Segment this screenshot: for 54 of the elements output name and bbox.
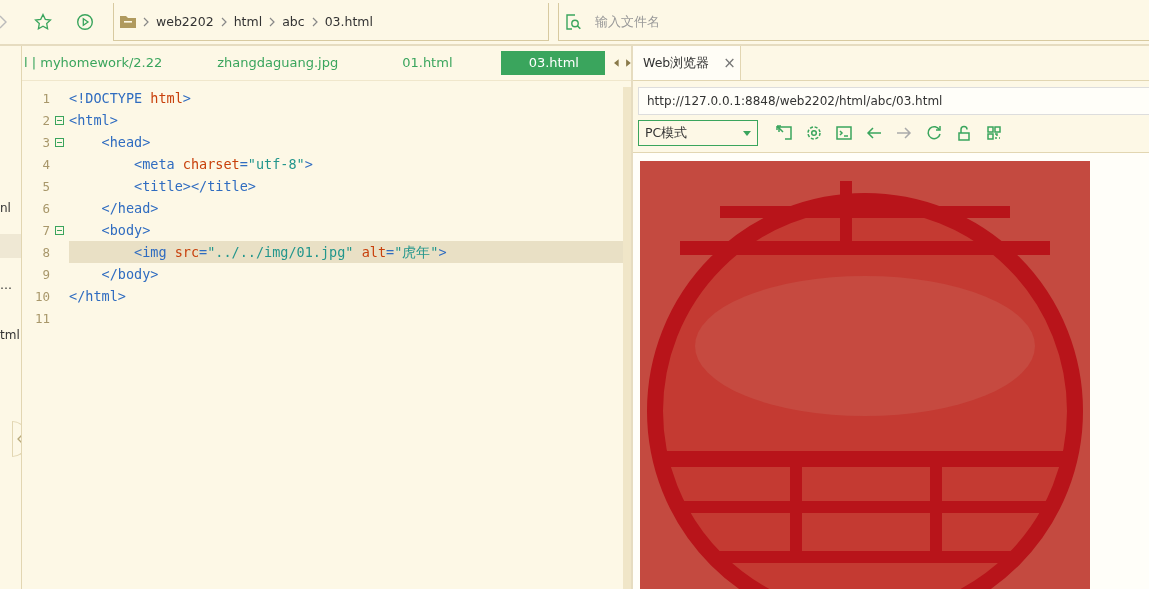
mode-dropdown[interactable]: PC模式 (638, 120, 758, 146)
line-number: 9 (41, 266, 50, 282)
code-line: <head> (100, 133, 152, 152)
chevron-icon (143, 16, 149, 27)
star-icon[interactable] (34, 13, 52, 31)
code-line: </body> (100, 265, 160, 284)
line-number: 1 (41, 90, 50, 106)
code-line: </head> (100, 199, 160, 218)
search-icon (565, 13, 581, 30)
line-number: 4 (41, 156, 50, 172)
chevron-icon (220, 16, 227, 27)
breadcrumb-item[interactable]: abc (282, 14, 305, 29)
line-number: 10 (33, 288, 50, 304)
breadcrumb-item[interactable]: html (233, 14, 263, 29)
chevron-icon (269, 16, 276, 27)
sidebar-item[interactable]: tml (0, 323, 21, 347)
breadcrumb-item[interactable]: 03.html (324, 14, 373, 29)
scrollbar[interactable] (623, 87, 631, 589)
reload-icon[interactable] (926, 125, 942, 141)
line-number: 5 (41, 178, 50, 194)
line-number: 8 (41, 244, 50, 260)
caret-icon (743, 130, 751, 136)
line-number: 3 (41, 134, 50, 150)
code-line: <body> (100, 221, 152, 240)
fold-icon[interactable] (55, 225, 64, 235)
sidebar-item[interactable]: nl (0, 196, 21, 220)
code-line: <title></title> (133, 177, 257, 196)
search-field[interactable]: 输入文件名 (593, 13, 897, 30)
code-line: </html> (69, 287, 127, 306)
line-number: 11 (33, 310, 50, 326)
lock-icon[interactable] (956, 125, 972, 141)
browser-tab[interactable]: Web浏览器 × (633, 46, 741, 80)
folder-icon[interactable] (120, 15, 136, 28)
back-icon[interactable] (866, 125, 882, 141)
fold-icon[interactable] (55, 115, 64, 125)
terminal-icon[interactable] (836, 125, 852, 141)
sidebar-item[interactable]: … (0, 273, 21, 297)
grid-icon[interactable] (986, 125, 1002, 141)
line-number: 6 (41, 200, 50, 216)
code-line: <!DOCTYPE html> (69, 89, 192, 108)
code-line: <meta charset="utf-8"> (133, 155, 314, 174)
expand-icon[interactable] (776, 125, 792, 141)
chevron-icon (311, 16, 318, 27)
tab-scroll-icon[interactable] (614, 59, 631, 67)
fold-icon[interactable] (55, 137, 64, 147)
breadcrumb-item[interactable]: web2202 (156, 14, 214, 29)
line-number: 2 (41, 112, 50, 128)
address-field[interactable]: http://127.0.0.1:8848/web2202/html/abc/03.html (638, 87, 1149, 115)
line-number: 7 (41, 222, 50, 238)
play-icon[interactable] (76, 13, 94, 31)
code-line: <html> (69, 111, 119, 130)
chevron-icon[interactable] (0, 15, 8, 29)
close-icon[interactable]: × (723, 54, 736, 72)
gear-icon[interactable] (806, 125, 822, 141)
